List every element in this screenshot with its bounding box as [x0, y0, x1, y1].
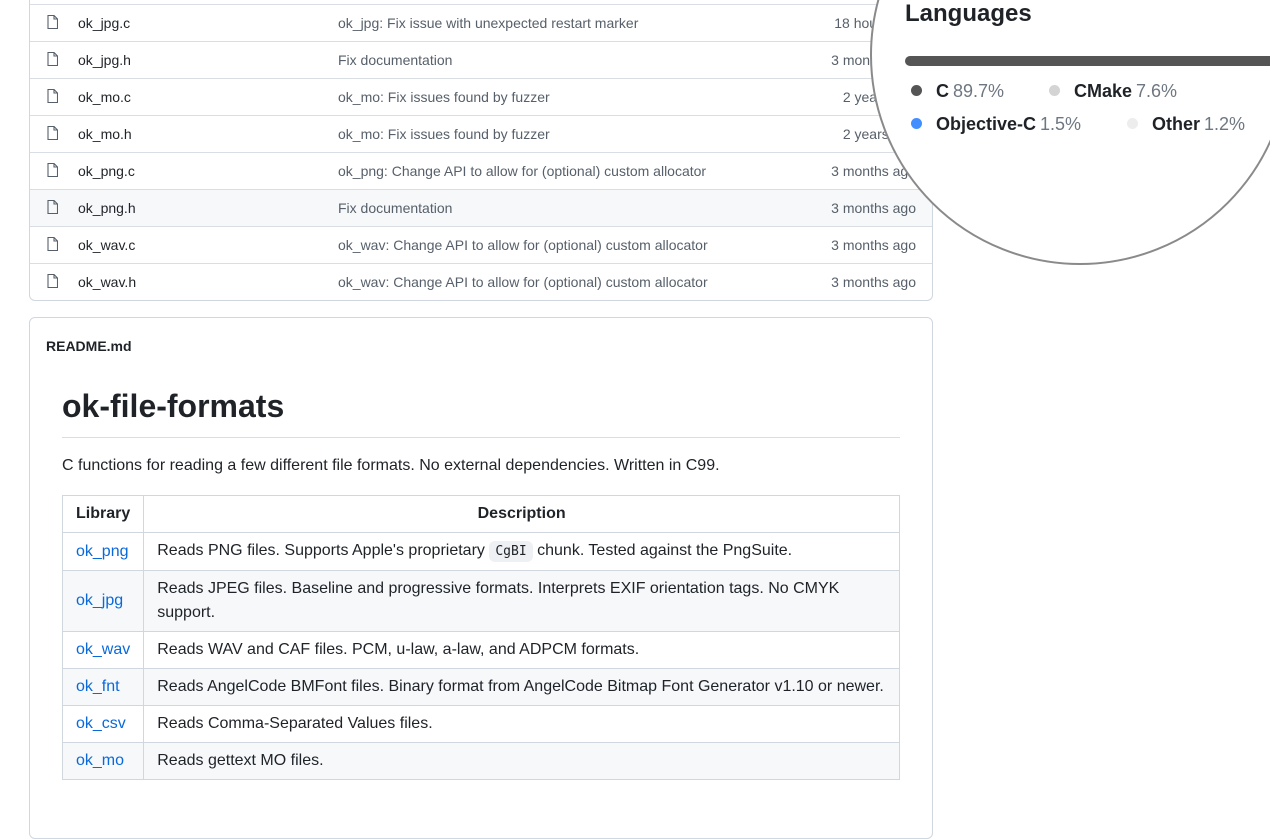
library-link[interactable]: ok_mo	[61, 742, 145, 780]
commit-message-link[interactable]: ok_png: Change API to allow for (optiona…	[338, 163, 706, 179]
file-name-link[interactable]: ok_jpg.h	[78, 52, 131, 68]
commit-message-link[interactable]: ok_mo: Fix issues found by fuzzer	[338, 89, 550, 105]
commit-age: 3 months ago	[831, 274, 916, 290]
file-name-link[interactable]: ok_png.h	[78, 200, 136, 216]
commit-age: 3 months ago	[831, 237, 916, 253]
library-link[interactable]: ok_jpg	[61, 570, 145, 632]
library-description: Reads gettext MO files.	[143, 742, 900, 780]
file-name-link[interactable]: ok_mo.h	[78, 126, 132, 142]
readme-panel: README.md ok-file-formats C functions fo…	[29, 317, 933, 839]
file-icon	[47, 200, 58, 214]
commit-message-link[interactable]: ok_jpg: Fix issue with unexpected restar…	[338, 15, 638, 31]
file-row[interactable]: ok_mo.c ok_mo: Fix issues found by fuzze…	[30, 78, 932, 115]
library-description: Reads AngelCode BMFont files. Binary for…	[143, 668, 900, 706]
file-row[interactable]: ok_png.c ok_png: Change API to allow for…	[30, 152, 932, 189]
readme-filename[interactable]: README.md	[46, 338, 132, 354]
file-icon	[47, 163, 58, 177]
language-percent: 1.5%	[1040, 114, 1082, 134]
file-row[interactable]: ok_mo.h ok_mo: Fix issues found by fuzze…	[30, 115, 932, 152]
language-name: Objective-C	[936, 114, 1037, 134]
table-row: ok_mo Reads gettext MO files.	[61, 742, 900, 780]
language-bar	[905, 56, 1270, 66]
description-text: chunk. Tested against the PngSuite.	[537, 542, 793, 559]
commit-message-link[interactable]: ok_wav: Change API to allow for (optiona…	[338, 237, 708, 253]
language-dot-icon	[911, 85, 922, 96]
file-icon	[47, 15, 58, 29]
readme-title: ok-file-formats	[62, 388, 285, 424]
language-item-c[interactable]: C 89.7%	[911, 81, 1004, 102]
table-row: ok_wav Reads WAV and CAF files. PCM, u-l…	[61, 631, 900, 669]
library-link[interactable]: ok_fnt	[61, 668, 145, 706]
commit-message-link[interactable]: Fix documentation	[338, 52, 452, 68]
file-row[interactable]: ok_wav.c ok_wav: Change API to allow for…	[30, 226, 932, 263]
table-row: ok_jpg Reads JPEG files. Baseline and pr…	[61, 570, 900, 632]
file-name-link[interactable]: ok_jpg.c	[78, 15, 130, 31]
file-icon	[47, 237, 58, 251]
language-name: C	[936, 81, 949, 101]
header-description: Description	[143, 495, 900, 533]
readme-intro: C functions for reading a few different …	[62, 457, 720, 474]
language-item-cmake[interactable]: CMake 7.6%	[1049, 81, 1177, 102]
file-name-link[interactable]: ok_wav.c	[78, 237, 135, 253]
library-table: Library Description ok_png Reads PNG fil…	[61, 495, 900, 780]
inline-code: CgBI	[489, 541, 533, 562]
language-percent: 89.7%	[953, 81, 1005, 101]
library-link[interactable]: ok_csv	[61, 705, 145, 743]
library-link[interactable]: ok_wav	[61, 631, 145, 669]
language-percent: 1.2%	[1204, 114, 1246, 134]
library-description: Reads Comma-Separated Values files.	[143, 705, 900, 743]
table-header-row: Library Description	[61, 495, 900, 533]
library-description: Reads JPEG files. Baseline and progressi…	[143, 570, 900, 632]
library-description: Reads WAV and CAF files. PCM, u-law, a-l…	[143, 631, 900, 669]
table-row: ok_png Reads PNG files. Supports Apple's…	[61, 532, 900, 571]
file-icon	[47, 126, 58, 140]
language-name: Other	[1152, 114, 1201, 134]
file-name-link[interactable]: ok_png.c	[78, 163, 135, 179]
file-name-link[interactable]: ok_wav.h	[78, 274, 136, 290]
commit-age: 3 months ago	[831, 200, 916, 216]
language-item-other[interactable]: Other 1.2%	[1127, 114, 1245, 135]
commit-message-link[interactable]: ok_mo: Fix issues found by fuzzer	[338, 126, 550, 142]
file-row[interactable]: ok_jpg.h Fix documentation 3 months ago	[30, 41, 932, 78]
library-description: Reads PNG files. Supports Apple's propri…	[143, 532, 900, 571]
table-row: ok_fnt Reads AngelCode BMFont files. Bin…	[61, 668, 900, 706]
languages-heading: Languages	[905, 0, 1032, 27]
file-row[interactable]: ok_jpg.c ok_jpg: Fix issue with unexpect…	[30, 4, 932, 41]
language-dot-icon	[1127, 118, 1138, 129]
header-library: Library	[61, 495, 145, 533]
commit-message-link[interactable]: Fix documentation	[338, 200, 452, 216]
file-icon	[47, 274, 58, 288]
description-text: Reads PNG files. Supports Apple's propri…	[157, 542, 485, 559]
title-divider	[62, 437, 900, 438]
library-link[interactable]: ok_png	[61, 532, 145, 571]
language-percent: 7.6%	[1136, 81, 1178, 101]
file-list: ok_jpg.c ok_jpg: Fix issue with unexpect…	[29, 0, 933, 301]
table-row: ok_csv Reads Comma-Separated Values file…	[61, 705, 900, 743]
file-name-link[interactable]: ok_mo.c	[78, 89, 131, 105]
file-row[interactable]: ok_png.h Fix documentation 3 months ago	[30, 189, 932, 226]
file-icon	[47, 89, 58, 103]
language-name: CMake	[1074, 81, 1133, 101]
commit-message-link[interactable]: ok_wav: Change API to allow for (optiona…	[338, 274, 708, 290]
file-row[interactable]: ok_wav.h ok_wav: Change API to allow for…	[30, 263, 932, 300]
file-icon	[47, 52, 58, 66]
language-dot-icon	[911, 118, 922, 129]
language-item-objective-c[interactable]: Objective-C 1.5%	[911, 114, 1081, 135]
language-dot-icon	[1049, 85, 1060, 96]
